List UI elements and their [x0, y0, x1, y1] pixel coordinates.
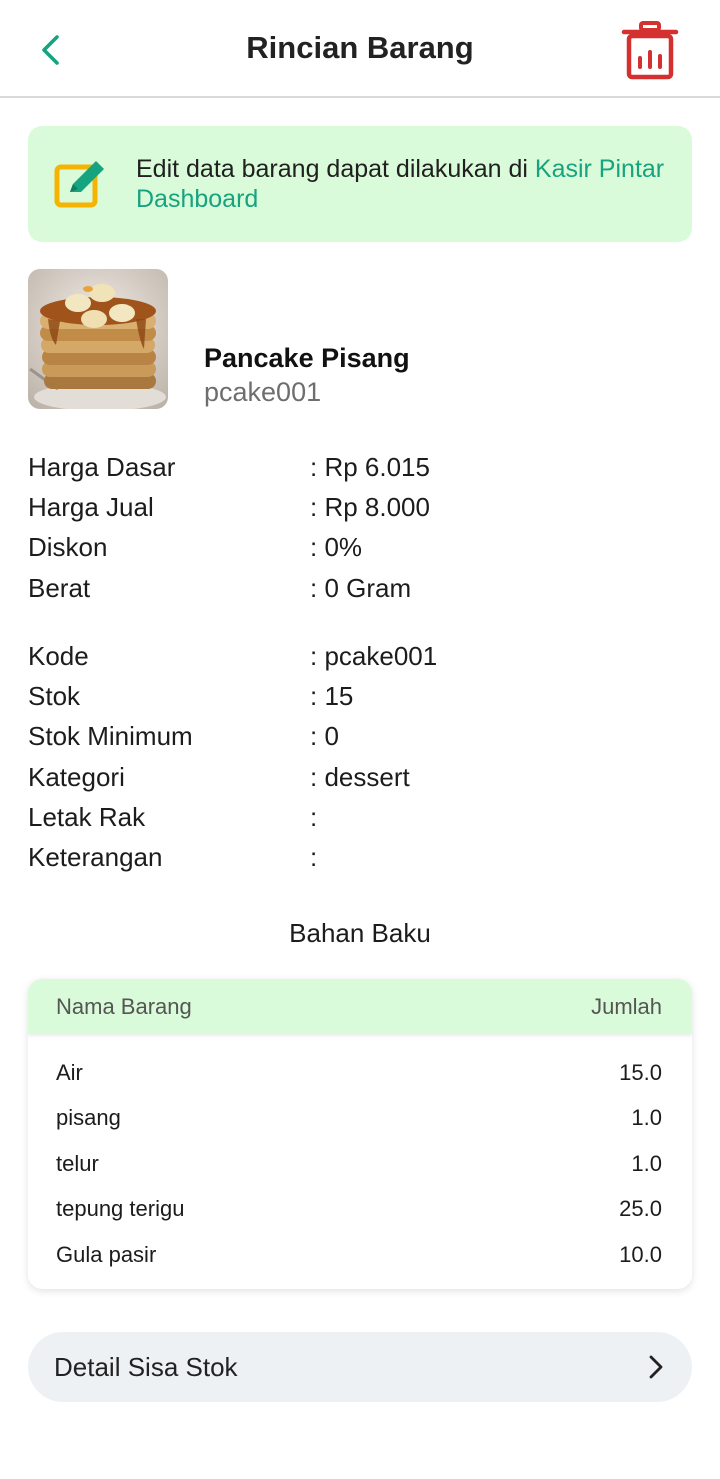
table-row: pisang 1.0: [28, 1097, 692, 1137]
detail-row-diskon: Diskon : 0%: [28, 528, 692, 568]
detail-row-kode: Kode : pcake001: [28, 637, 692, 677]
detail-row-letak-rak: Letak Rak :: [28, 798, 692, 838]
materials-table-header: Nama Barang Jumlah: [28, 979, 692, 1034]
table-row: telur 1.0: [28, 1143, 692, 1183]
table-row: Gula pasir 10.0: [28, 1234, 692, 1274]
table-row: Air 15.0: [28, 1052, 692, 1092]
trash-icon: [621, 21, 679, 80]
detail-label: Keterangan: [28, 842, 163, 872]
banner-message: Edit data barang dapat dilakukan di Kasi…: [136, 154, 666, 214]
detail-label: Stok: [28, 681, 81, 711]
material-qty: 1.0: [631, 1151, 662, 1176]
table-row: tepung terigu 25.0: [28, 1188, 692, 1228]
material-qty: 10.0: [619, 1242, 662, 1267]
detail-row-berat: Berat : 0 Gram: [28, 569, 692, 609]
detail-row-harga-jual: Harga Jual : Rp 8.000: [28, 488, 692, 528]
material-qty: 15.0: [619, 1060, 662, 1085]
stock-button-label: Detail Sisa Stok: [54, 1352, 238, 1382]
detail-value: : 0 Gram: [310, 573, 412, 603]
detail-row-stok: Stok : 15: [28, 677, 692, 717]
detail-label: Diskon: [28, 532, 108, 562]
detail-value: :: [310, 802, 318, 832]
page-title: Rincian Barang: [246, 30, 474, 65]
product-code: pcake001: [204, 377, 322, 407]
detail-row-harga-dasar: Harga Dasar : Rp 6.015: [28, 448, 692, 488]
chevron-right-icon: [649, 1355, 663, 1379]
materials-table: Nama Barang Jumlah Air 15.0 pisang 1.0 t…: [28, 979, 692, 1289]
edit-icon: [54, 161, 104, 208]
app-header: Rincian Barang: [0, 0, 720, 98]
detail-value: : Rp 6.015: [310, 452, 430, 482]
material-qty: 25.0: [619, 1196, 662, 1221]
banner-text: Edit data barang dapat dilakukan di: [136, 155, 535, 183]
column-header-qty: Jumlah: [591, 994, 662, 1019]
column-header-name: Nama Barang: [56, 994, 192, 1019]
detail-row-stok-minimum: Stok Minimum : 0: [28, 717, 692, 757]
detail-value: : dessert: [310, 762, 410, 792]
detail-label: Harga Dasar: [28, 452, 176, 482]
material-qty: 1.0: [631, 1105, 662, 1130]
product-name: Pancake Pisang: [204, 343, 410, 373]
detail-label: Harga Jual: [28, 492, 154, 522]
detail-label: Kode: [28, 641, 89, 671]
material-name: pisang: [56, 1105, 121, 1130]
material-name: tepung terigu: [56, 1196, 185, 1221]
product-image: [28, 269, 168, 409]
info-banner: Edit data barang dapat dilakukan di Kasi…: [28, 126, 692, 242]
detail-value: : pcake001: [310, 641, 438, 671]
material-name: Gula pasir: [56, 1242, 157, 1267]
delete-button[interactable]: [618, 18, 682, 82]
detail-value: :: [310, 842, 318, 872]
detail-row-keterangan: Keterangan :: [28, 838, 692, 878]
detail-value: : Rp 8.000: [310, 492, 430, 522]
detail-row-kategori: Kategori : dessert: [28, 758, 692, 798]
detail-value: : 0%: [310, 532, 363, 562]
app-screen: Rincian Barang Edit data barang dapat di…: [0, 0, 720, 1479]
detail-label: Kategori: [28, 762, 125, 792]
material-name: Air: [56, 1060, 83, 1085]
detail-sisa-stok-button[interactable]: Detail Sisa Stok: [28, 1332, 692, 1402]
materials-section-title: Bahan Baku: [289, 918, 431, 948]
detail-label: Stok Minimum: [28, 721, 193, 751]
detail-label: Berat: [28, 573, 91, 603]
detail-value: : 0: [310, 721, 339, 751]
material-name: telur: [56, 1151, 99, 1176]
detail-value: : 15: [310, 681, 354, 711]
detail-label: Letak Rak: [28, 802, 146, 832]
